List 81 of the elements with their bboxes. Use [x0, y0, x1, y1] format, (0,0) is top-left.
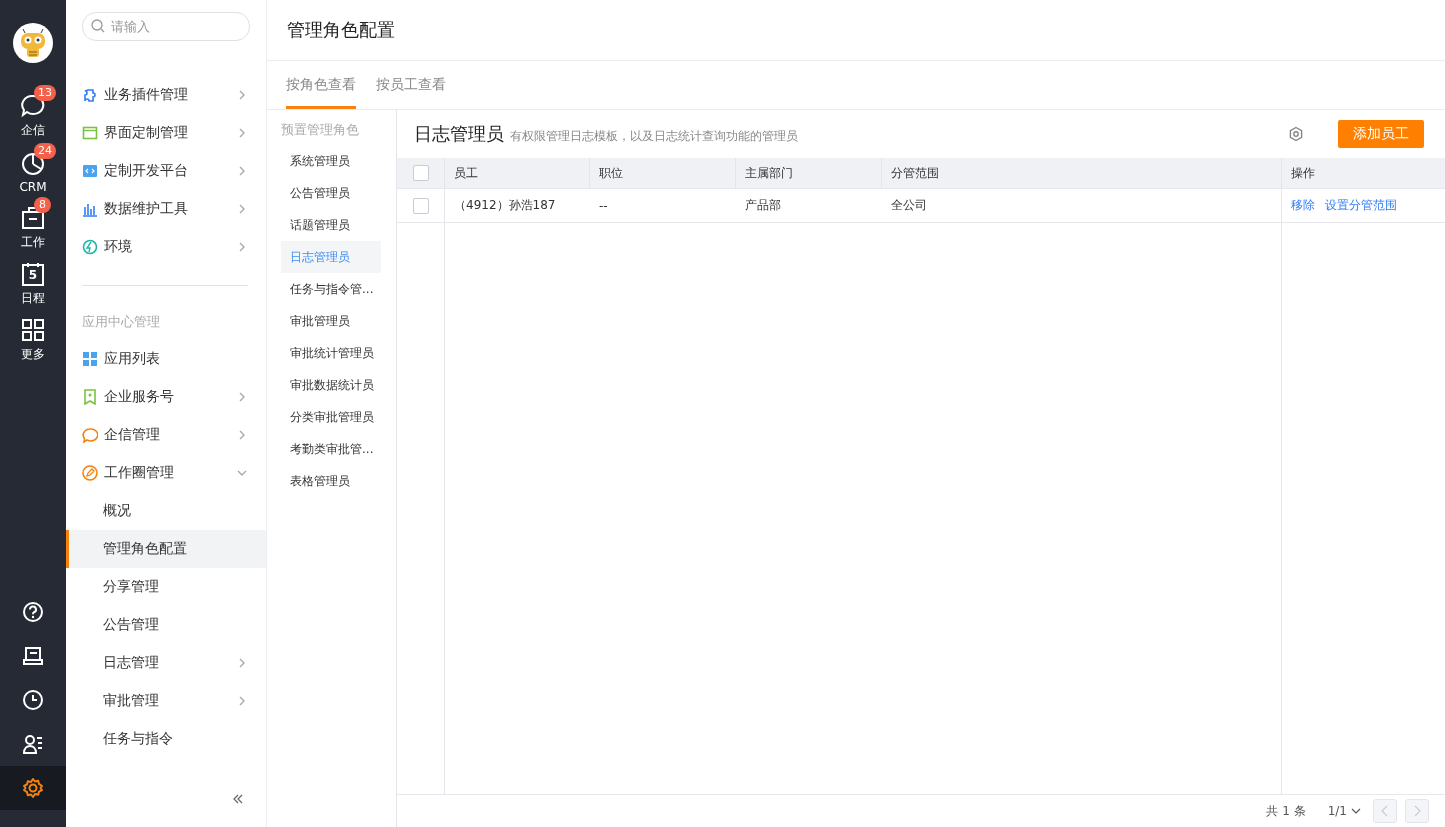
- help-icon: [22, 601, 44, 623]
- chat-bubble-icon: [82, 427, 98, 443]
- role-title: 日志管理员: [414, 122, 504, 146]
- nav-menu-item[interactable]: 概况: [66, 492, 266, 530]
- lightning-icon: [82, 239, 98, 255]
- bookmark-icon: [82, 389, 98, 405]
- role-item[interactable]: 系统管理员: [281, 145, 381, 177]
- bar-chart-icon: [82, 201, 98, 217]
- page-title: 管理角色配置: [287, 18, 395, 42]
- code-icon: [82, 163, 98, 179]
- checkbox[interactable]: [413, 197, 429, 214]
- table-cell-text: 产品部: [744, 197, 782, 214]
- column-header: 职位: [590, 158, 736, 188]
- unread-badge: 8: [34, 197, 51, 213]
- rail-nav-item[interactable]: 13 企信: [0, 88, 66, 144]
- nav-menu-item[interactable]: 审批管理: [66, 682, 266, 720]
- tab[interactable]: 按角色查看: [286, 76, 356, 109]
- nav-menu-item[interactable]: 公告管理: [66, 606, 266, 644]
- nav-menu-item[interactable]: 企信管理: [82, 416, 266, 454]
- role-item[interactable]: 审批管理员: [281, 305, 381, 337]
- nav-menu-item[interactable]: 界面定制管理: [82, 114, 266, 152]
- list-heading: 预置管理角色: [281, 122, 360, 139]
- nav-menu-item[interactable]: 环境: [82, 228, 266, 266]
- rail-nav-item[interactable]: 24 CRM: [0, 144, 66, 200]
- nav-menu-item[interactable]: 管理角色配置: [66, 530, 266, 568]
- rail-nav-item[interactable]: 8 工作: [0, 200, 66, 256]
- total-count: 共 1 条: [1266, 802, 1306, 820]
- rail-nav-item[interactable]: 更多: [0, 312, 66, 368]
- settings-icon[interactable]: [1288, 126, 1304, 142]
- chevron-right-icon: [1412, 805, 1422, 817]
- column-header: 分管范围: [890, 164, 940, 182]
- role-item[interactable]: 表格管理员: [281, 465, 381, 497]
- nav-menu-item[interactable]: 业务插件管理: [82, 76, 266, 114]
- role-item[interactable]: 话题管理员: [281, 209, 381, 241]
- rail-nav-item[interactable]: 5 日程: [0, 256, 66, 312]
- role-description: 有权限管理日志模板，以及日志统计查询功能的管理员: [510, 128, 798, 145]
- nav-menu-item[interactable]: 应用列表: [82, 340, 266, 378]
- unread-badge: 24: [34, 142, 56, 159]
- column-header: 主属部门: [736, 158, 882, 188]
- chevron-down-icon: [1351, 806, 1361, 816]
- grid-icon: [82, 351, 98, 367]
- search-field[interactable]: 请输入: [82, 12, 250, 41]
- action-link[interactable]: 设置分管范围: [1325, 197, 1397, 214]
- role-item[interactable]: 分类审批管理员: [281, 401, 381, 433]
- chevron-left-icon: [1380, 805, 1390, 817]
- role-item[interactable]: 任务与指令管...: [281, 273, 381, 305]
- window-icon: [82, 125, 98, 141]
- role-item[interactable]: 审批统计管理员: [281, 337, 381, 369]
- search-icon: [91, 19, 105, 33]
- table-cell-text: （4912）孙浩187: [453, 197, 557, 214]
- column-header: 员工: [445, 158, 590, 188]
- role-item[interactable]: 公告管理员: [281, 177, 381, 209]
- nav-menu-item[interactable]: 定制开发平台: [82, 152, 266, 190]
- double-chevron-left-icon[interactable]: [232, 793, 244, 805]
- nav-menu-item[interactable]: 任务与指令: [66, 720, 266, 758]
- nav-menu-item[interactable]: 工作圈管理: [82, 454, 266, 492]
- action-link[interactable]: 移除: [1291, 197, 1315, 214]
- contacts-icon: [22, 733, 44, 755]
- puzzle-icon: [82, 87, 98, 103]
- nav-menu-item[interactable]: 企业服务号: [82, 378, 266, 416]
- unread-badge: 13: [34, 85, 56, 101]
- nav-menu-item[interactable]: 日志管理: [66, 644, 266, 682]
- calendar-icon: 5: [20, 261, 46, 287]
- grid-icon: [20, 317, 46, 343]
- table-cell-text: 全公司: [890, 197, 928, 214]
- settings-icon: [22, 777, 44, 799]
- inbox-icon: [22, 645, 44, 667]
- rail-button[interactable]: [0, 766, 66, 810]
- table-cell-text: --: [598, 197, 609, 215]
- pencil-icon: [82, 465, 98, 481]
- role-item[interactable]: 考勤类审批管...: [281, 433, 381, 465]
- page-select[interactable]: 1/1: [1327, 804, 1361, 818]
- role-item[interactable]: 审批数据统计员: [281, 369, 381, 401]
- column-header: 操作: [1281, 158, 1445, 188]
- checkbox[interactable]: [413, 165, 429, 181]
- nav-menu-item[interactable]: 数据维护工具: [82, 190, 266, 228]
- clock-icon: [22, 689, 44, 711]
- robot-avatar-icon: [13, 23, 53, 63]
- section-heading: 应用中心管理: [82, 313, 161, 331]
- tab[interactable]: 按员工查看: [376, 76, 446, 109]
- nav-menu-item[interactable]: 分享管理: [66, 568, 266, 606]
